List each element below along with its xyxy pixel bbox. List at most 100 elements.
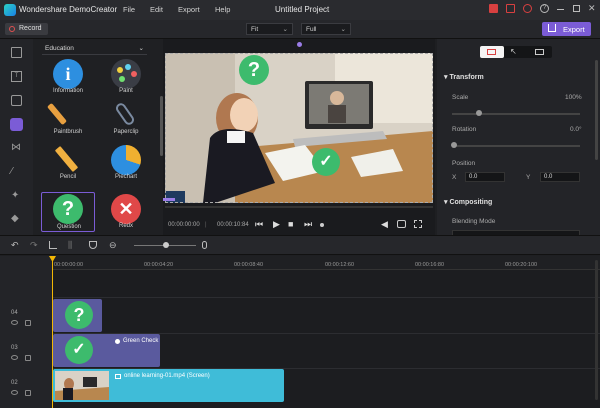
red-x-icon: ✕ <box>111 194 141 224</box>
transform-title: Transform <box>449 74 484 81</box>
question-sticker-clip[interactable]: ? <box>53 299 102 332</box>
timeline-scrollbar[interactable] <box>595 260 598 400</box>
project-title: Untitled Project <box>275 5 330 14</box>
export-button[interactable]: Export <box>542 22 591 36</box>
playhead[interactable] <box>52 256 53 408</box>
info-icon: i <box>53 59 83 89</box>
y-field[interactable]: 0.0 <box>540 172 580 182</box>
ruler-tick: 00:00:04:20 <box>144 262 174 268</box>
help-icon[interactable]: ? <box>540 4 549 13</box>
ruler-tick: 00:00:16:80 <box>415 262 445 268</box>
previous-frame-icon[interactable]: ⏮ <box>255 219 263 230</box>
sticker-question[interactable]: ? Question <box>41 192 95 232</box>
media-folder-icon[interactable] <box>11 47 22 58</box>
menu-edit[interactable]: Edit <box>150 5 163 14</box>
fit-select[interactable]: Fit ⌄ <box>246 23 293 35</box>
category-dropdown[interactable]: Education ⌄ <box>42 44 147 55</box>
sticker-label: Question <box>56 224 81 230</box>
tag-icon[interactable]: ◆ <box>11 214 22 225</box>
maximize-icon[interactable] <box>573 5 580 12</box>
gift-icon[interactable] <box>489 4 498 13</box>
compositing-title: Compositing <box>449 199 493 206</box>
pin-icon[interactable]: ✦ <box>11 191 22 202</box>
rotation-value: 0.0° <box>570 126 582 133</box>
account-icon[interactable] <box>523 4 532 13</box>
screenshot-camera-icon[interactable] <box>397 220 406 228</box>
scale-value: 100% <box>565 94 582 101</box>
visibility-icon[interactable] <box>11 355 18 360</box>
properties-scrollbar[interactable] <box>595 60 598 160</box>
lock-icon[interactable] <box>25 320 31 326</box>
volume-icon[interactable]: ◀ <box>381 219 388 230</box>
visibility-icon[interactable] <box>11 320 18 325</box>
split-icon[interactable]: ⫼ <box>68 241 76 250</box>
play-icon[interactable]: ▶ <box>273 219 280 230</box>
cursor-icon[interactable]: ↖ <box>510 47 517 56</box>
question-sticker-overlay[interactable]: ? <box>239 55 269 85</box>
sticker-redx[interactable]: ✕ Redx <box>99 192 153 232</box>
close-icon[interactable]: ✕ <box>588 3 596 14</box>
green-check-clip[interactable]: ✓ Green Check <box>53 334 160 367</box>
stop-icon[interactable]: ■ <box>288 219 293 229</box>
scale-slider[interactable] <box>452 113 580 115</box>
cart-icon[interactable] <box>506 4 515 13</box>
x-field[interactable]: 0.0 <box>465 172 505 182</box>
rotation-slider-knob[interactable] <box>451 142 457 148</box>
chevron-down-icon: ⌄ <box>340 26 346 33</box>
menu-file[interactable]: File <box>123 5 135 14</box>
text-icon[interactable]: T <box>11 71 22 82</box>
export-label: Export <box>563 25 585 34</box>
undo-icon[interactable]: ↶ <box>11 241 19 250</box>
tab-video[interactable] <box>480 46 504 58</box>
sticker-label: Piechart <box>114 174 137 180</box>
captions-icon[interactable] <box>11 95 22 106</box>
sticker-pencil[interactable]: Pencil <box>41 143 95 183</box>
compositing-section[interactable]: ▾ Compositing <box>444 198 492 206</box>
menu-export[interactable]: Export <box>178 5 200 14</box>
lock-icon[interactable] <box>25 390 31 396</box>
zoom-slider-knob[interactable] <box>163 242 169 248</box>
preview-progress-track[interactable] <box>165 206 433 208</box>
sticker-paperclip[interactable]: Paperclip <box>99 98 153 138</box>
rotation-slider[interactable] <box>452 145 580 147</box>
stickers-icon[interactable] <box>10 118 23 131</box>
resize-handle[interactable] <box>163 198 175 201</box>
transform-section[interactable]: ▾ Transform <box>444 73 484 81</box>
visibility-icon[interactable] <box>11 390 18 395</box>
sticker-piechart[interactable]: Piechart <box>99 143 153 183</box>
sticker-paintbrush[interactable]: Paintbrush <box>41 98 95 138</box>
microphone-icon[interactable] <box>202 241 207 249</box>
video-frame-illustration <box>165 53 433 203</box>
video-canvas[interactable]: ? ✓ <box>165 53 433 203</box>
transitions-icon[interactable]: ⋈ <box>11 143 22 154</box>
video-clip[interactable]: online learning-01.mp4 (Screen) <box>53 369 284 402</box>
sticker-paint[interactable]: Paint <box>99 57 153 97</box>
chevron-down-icon: ⌄ <box>138 45 144 52</box>
fullscreen-icon[interactable] <box>414 220 422 228</box>
crop-icon[interactable] <box>49 241 57 249</box>
check-sticker-overlay[interactable]: ✓ <box>312 148 340 176</box>
export-icon <box>548 24 556 32</box>
ruler-tick: 00:00:20:100 <box>505 262 538 268</box>
scale-slider-knob[interactable] <box>476 110 482 116</box>
sticker-label: Information <box>52 88 83 94</box>
rotate-handle[interactable] <box>297 42 302 47</box>
quality-select[interactable]: Full ⌄ <box>301 23 351 35</box>
minimize-icon[interactable] <box>557 9 564 10</box>
menu-help[interactable]: Help <box>215 5 230 14</box>
next-frame-icon[interactable]: ⏭ <box>304 219 312 230</box>
video-camera-icon <box>487 49 496 55</box>
screen-recording-icon <box>115 374 121 379</box>
scrubber-knob[interactable] <box>320 223 324 227</box>
marker-icon[interactable] <box>89 241 97 249</box>
sticker-information[interactable]: i Information <box>41 57 95 97</box>
captions-tab-icon[interactable] <box>535 49 544 55</box>
rotation-label: Rotation <box>452 126 477 133</box>
scale-label: Scale <box>452 94 469 101</box>
lock-icon[interactable] <box>25 355 31 361</box>
effects-wand-icon[interactable]: ⁄ <box>11 167 22 178</box>
record-button[interactable]: Record <box>5 23 48 35</box>
redo-icon[interactable]: ↷ <box>30 241 38 250</box>
zoom-out-icon[interactable]: ⊖ <box>109 241 117 250</box>
time-separator: | <box>205 222 207 228</box>
